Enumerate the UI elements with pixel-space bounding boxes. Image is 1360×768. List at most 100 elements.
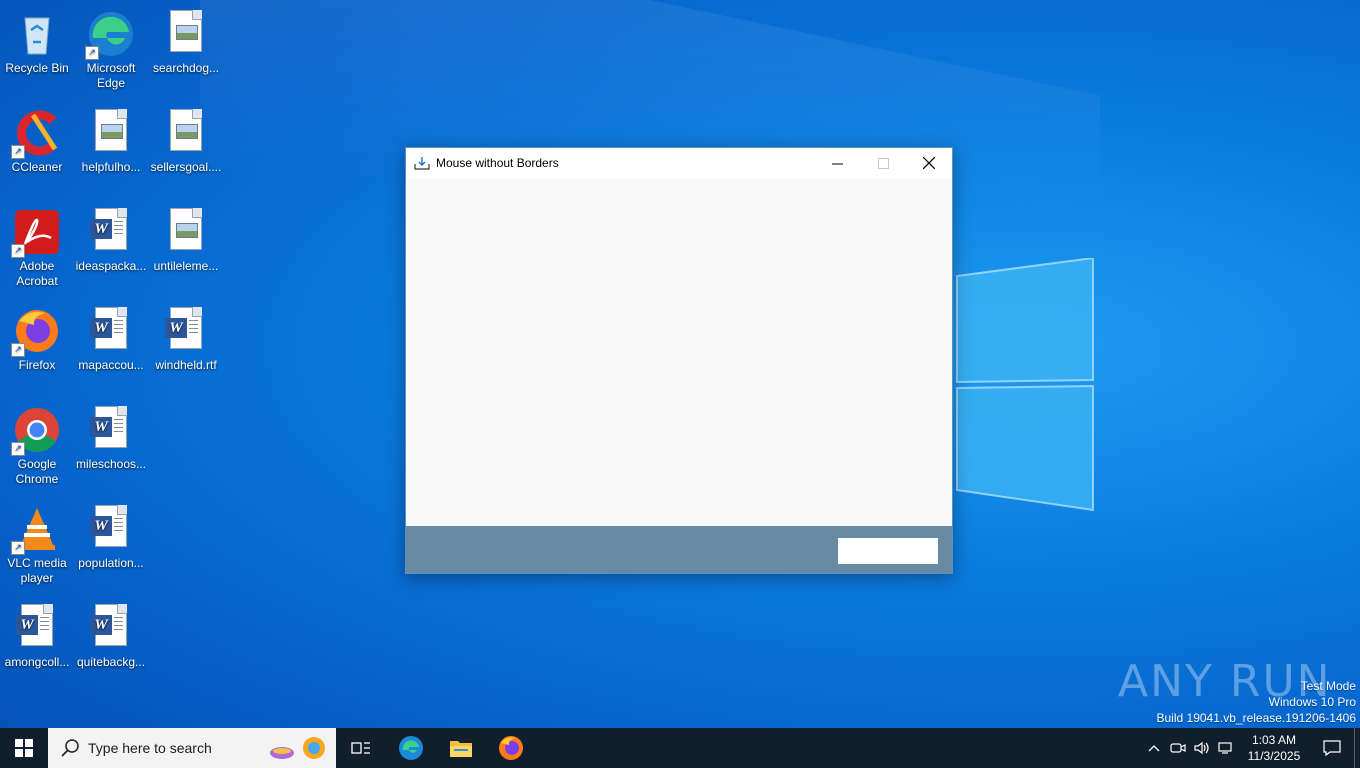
desktop-icon-label: quitebackg... (76, 655, 146, 669)
edition-text: Windows 10 Pro (1268, 695, 1356, 709)
mouse-without-borders-window[interactable]: Mouse without Borders (405, 147, 953, 574)
word-doc-icon: W (87, 505, 135, 553)
acrobat-icon: ↗ (11, 208, 61, 258)
clock-time: 1:03 AM (1251, 733, 1297, 747)
desktop-icon-label: ideaspacka... (75, 259, 147, 273)
shortcut-arrow-icon: ↗ (11, 541, 25, 555)
desktop-icon-label: CCleaner (11, 160, 63, 174)
desktop-icon[interactable]: Wamongcoll... (1, 598, 73, 670)
taskbar-firefox[interactable] (486, 728, 536, 768)
desktop-icon[interactable]: Wideaspacka... (75, 202, 147, 274)
clock-date: 11/3/2025 (1247, 749, 1301, 763)
tray-network[interactable] (1214, 728, 1238, 768)
desktop-icon-label: amongcoll... (4, 655, 70, 669)
desktop-icon-label: Microsoft Edge (86, 61, 136, 90)
search-icon (61, 739, 79, 757)
network-icon (1218, 742, 1232, 754)
app-icon (414, 157, 430, 170)
show-desktop-button[interactable] (1354, 728, 1360, 768)
shortcut-arrow-icon: ↗ (11, 343, 25, 357)
desktop-icon[interactable]: Wmapaccou... (75, 301, 147, 373)
firefox-icon (499, 736, 523, 760)
firefox-icon: ↗ (11, 307, 61, 357)
search-highlight-icon (270, 737, 325, 759)
desktop-icon-label: searchdog... (152, 61, 220, 75)
search-placeholder: Type here to search (88, 740, 212, 756)
show-hidden-icons-button[interactable] (1142, 728, 1166, 768)
desktop-icon-label: mapaccou... (78, 358, 144, 372)
desktop-icon-label: untileleme... (153, 259, 219, 273)
minimize-icon (831, 163, 843, 164)
word-doc-icon: W (13, 604, 61, 652)
desktop-icon[interactable]: untileleme... (150, 202, 222, 274)
image-file-icon (162, 109, 210, 157)
desktop-icon-label: mileschoos... (75, 457, 147, 471)
desktop-icon[interactable]: helpfulho... (75, 103, 147, 175)
close-icon (923, 157, 935, 169)
desktop-icon-label: Recycle Bin (5, 61, 69, 75)
window-content (406, 178, 952, 526)
recycle-bin-icon (13, 10, 61, 58)
shortcut-arrow-icon: ↗ (11, 442, 25, 456)
image-file-icon (87, 109, 135, 157)
start-button[interactable] (0, 728, 48, 768)
title-bar[interactable]: Mouse without Borders (406, 148, 952, 178)
windows-logo-wallpaper (956, 258, 1094, 512)
shortcut-arrow-icon: ↗ (11, 244, 25, 258)
build-text: Build 19041.vb_release.191206-1406 (1156, 711, 1357, 725)
word-doc-icon: W (162, 307, 210, 355)
maximize-button[interactable] (860, 148, 906, 178)
desktop-icon[interactable]: ↗ Google Chrome (1, 400, 73, 487)
desktop-icon[interactable]: Recycle Bin (1, 4, 73, 76)
taskbar-edge[interactable] (386, 728, 436, 768)
desktop-icon-label: Firefox (18, 358, 56, 372)
desktop-icon[interactable]: ↗ Firefox (1, 301, 73, 373)
footer-action-button[interactable] (838, 538, 938, 564)
camera-icon (1170, 743, 1186, 753)
desktop-icon[interactable]: ↗ Microsoft Edge (75, 4, 147, 91)
system-watermark: Test Mode Windows 10 Pro Build 19041.vb_… (1157, 678, 1357, 726)
desktop-icon[interactable]: Wmileschoos... (75, 400, 147, 472)
action-center-button[interactable] (1310, 728, 1354, 768)
desktop-icon[interactable]: Wpopulation... (75, 499, 147, 571)
word-doc-icon: W (87, 307, 135, 355)
word-doc-icon: W (87, 208, 135, 256)
desktop-icon-label: Google Chrome (15, 457, 59, 486)
taskbar: Type here to search 1:03 AM 11/3/2025 (0, 728, 1360, 768)
notification-icon (1323, 740, 1341, 756)
word-doc-icon: W (87, 604, 135, 652)
edge-icon (399, 736, 423, 760)
shortcut-arrow-icon: ↗ (85, 46, 99, 60)
minimize-button[interactable] (814, 148, 860, 178)
desktop-icon-label: population... (78, 556, 144, 570)
shortcut-arrow-icon: ↗ (11, 145, 25, 159)
task-view-button[interactable] (336, 728, 386, 768)
taskbar-file-explorer[interactable] (436, 728, 486, 768)
image-file-icon (162, 10, 210, 58)
desktop-icon[interactable]: ↗ VLC media player (1, 499, 73, 586)
desktop-icon-label: sellersgoal.... (150, 160, 222, 174)
window-title: Mouse without Borders (436, 156, 559, 170)
image-file-icon (162, 208, 210, 256)
vlc-icon: ↗ (11, 505, 61, 555)
desktop-icon[interactable]: searchdog... (150, 4, 222, 76)
desktop-icon[interactable]: Wwindheld.rtf (150, 301, 222, 373)
folder-icon (450, 741, 472, 757)
tray-volume[interactable] (1190, 728, 1214, 768)
speaker-icon (1194, 741, 1209, 755)
test-mode-text: Test Mode (1300, 679, 1356, 693)
system-tray: 1:03 AM 11/3/2025 (1142, 728, 1360, 768)
tray-meet-now[interactable] (1166, 728, 1190, 768)
close-button[interactable] (906, 148, 952, 178)
desktop-icon[interactable]: ↗ Adobe Acrobat (1, 202, 73, 289)
desktop-icon-label: VLC media player (7, 556, 67, 585)
desktop-icon[interactable]: ↗ CCleaner (1, 103, 73, 175)
maximize-icon (877, 157, 889, 169)
clock[interactable]: 1:03 AM 11/3/2025 (1238, 732, 1310, 764)
desktop-icon[interactable]: Wquitebackg... (75, 598, 147, 670)
taskbar-search-box[interactable]: Type here to search (48, 728, 336, 768)
desktop-icon[interactable]: sellersgoal.... (150, 103, 222, 175)
ccleaner-icon: ↗ (11, 109, 61, 159)
chevron-up-icon (1148, 745, 1160, 752)
desktop-icon-label: helpfulho... (81, 160, 141, 174)
